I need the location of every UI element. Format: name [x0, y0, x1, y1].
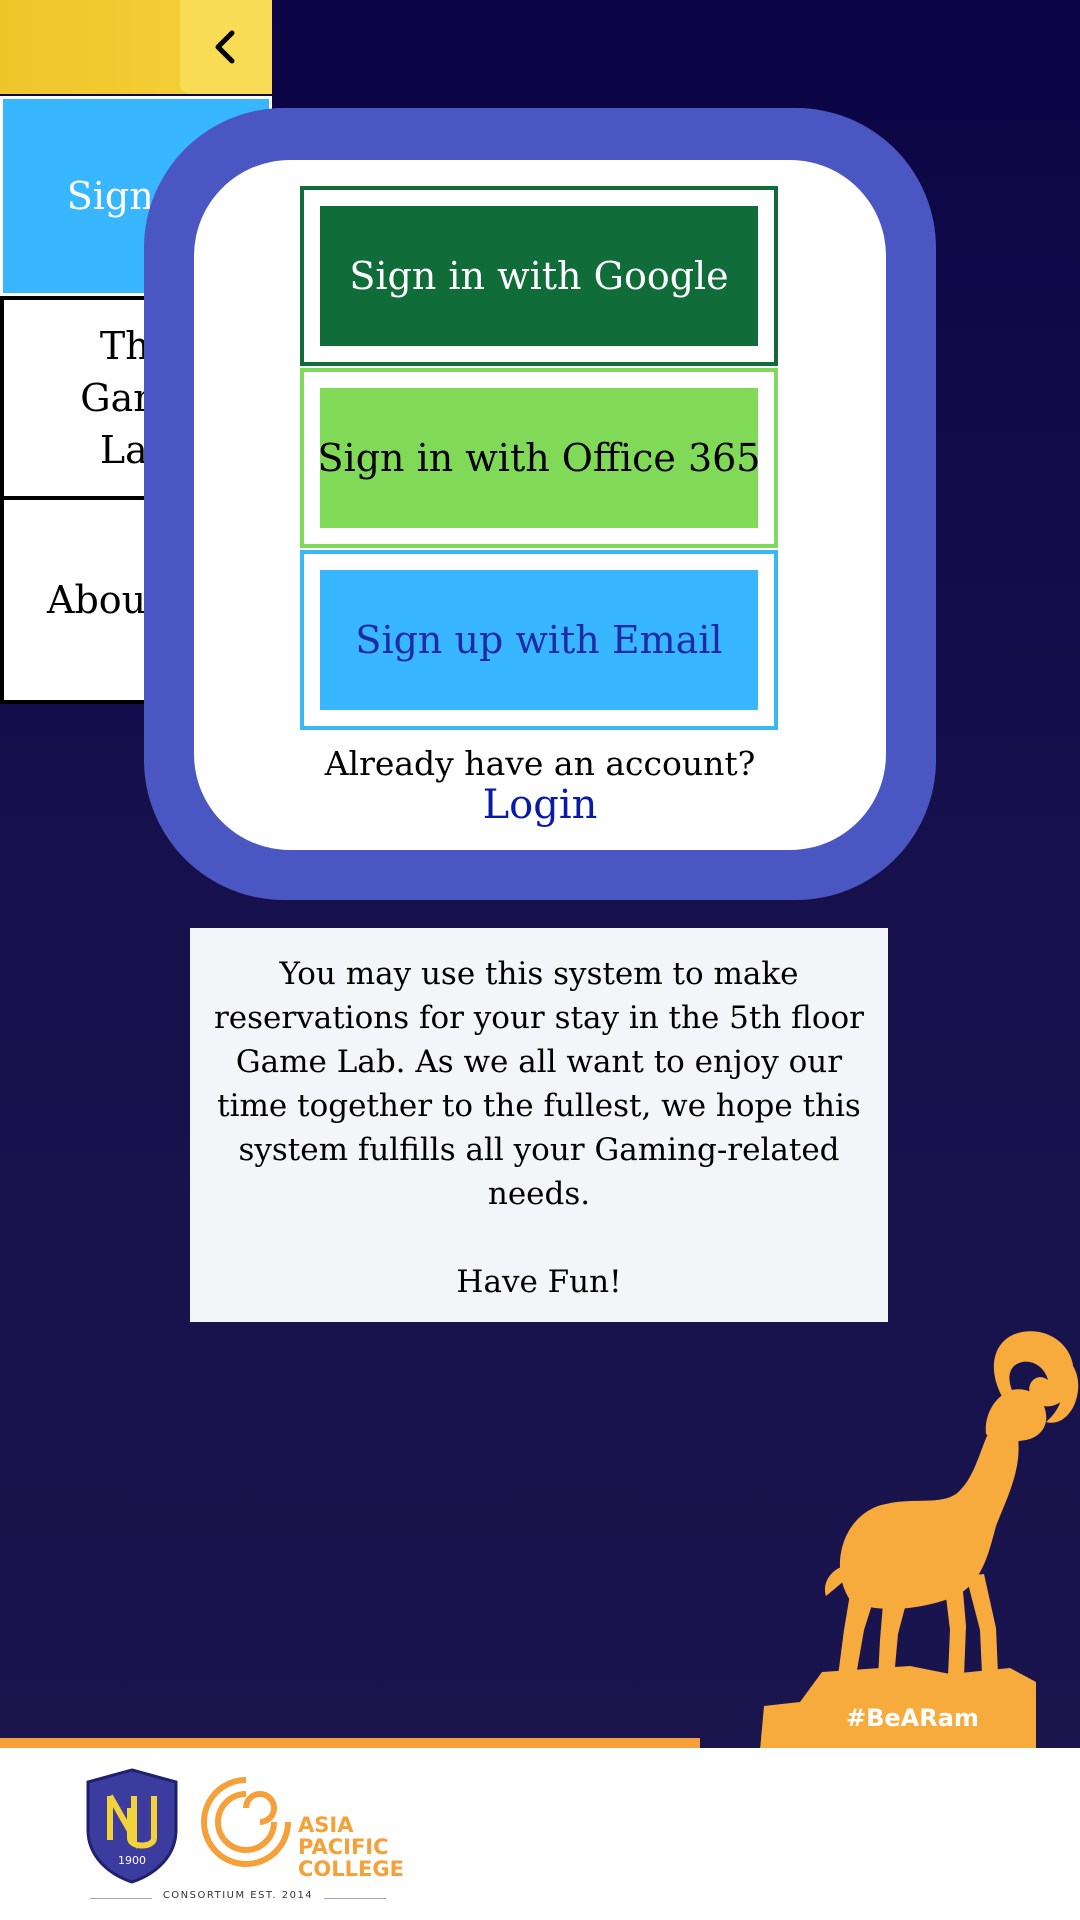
- office365-signin-label: Sign in with Office 365: [318, 388, 760, 528]
- apc-swirl-logo: [201, 1777, 291, 1867]
- office365-signin-button[interactable]: Sign in with Office 365: [300, 368, 778, 548]
- apc-wordmark: ASIA PACIFIC COLLEGE: [298, 1814, 404, 1880]
- chevron-left-icon: [215, 30, 235, 64]
- info-closing: Have Fun!: [456, 1264, 622, 1300]
- email-signup-label: Sign up with Email: [320, 570, 758, 710]
- login-link[interactable]: Login: [194, 782, 886, 828]
- info-box: You may use this system to make reservat…: [190, 928, 888, 1322]
- apc-line-1: ASIA: [298, 1813, 354, 1837]
- google-signin-label: Sign in with Google: [320, 206, 758, 346]
- apc-line-3: COLLEGE: [298, 1857, 404, 1881]
- footer-accent-stripe: [0, 1738, 700, 1748]
- email-signup-button[interactable]: Sign up with Email: [300, 550, 778, 730]
- ram-mascot-icon: [760, 1331, 1079, 1750]
- footer-logos: 1900 ASIA PACIFIC COLLEGE CONSORTIUM EST…: [84, 1760, 404, 1910]
- google-signin-button[interactable]: Sign in with Google: [300, 186, 778, 366]
- apc-line-2: PACIFIC: [298, 1835, 389, 1859]
- consortium-divider-right: [324, 1898, 386, 1899]
- nu-year: 1900: [118, 1854, 146, 1867]
- back-button[interactable]: [180, 0, 272, 94]
- hashtag-text: #BeARam: [846, 1704, 979, 1732]
- nu-shield-logo: 1900: [86, 1768, 178, 1884]
- already-have-account-text: Already have an account?: [324, 744, 756, 783]
- consortium-text: CONSORTIUM EST. 2014: [162, 1890, 314, 1901]
- info-message: You may use this system to make reservat…: [213, 956, 865, 1212]
